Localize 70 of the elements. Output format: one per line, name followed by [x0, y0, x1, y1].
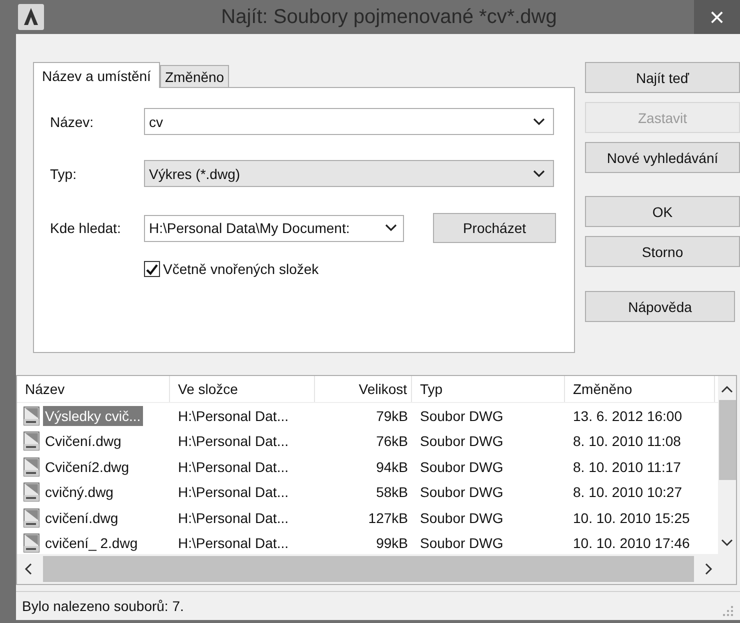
- table-cell-text: 94kB: [375, 458, 409, 475]
- type-dropdown[interactable]: Výkres (*.dwg): [144, 160, 554, 187]
- table-cell-text: 8. 10. 2010 11:17: [572, 458, 682, 475]
- app-icon: [18, 4, 44, 30]
- table-cell-text: 13. 6. 2012 16:00: [572, 408, 683, 424]
- dialog-button[interactable]: Nové vyhledávání: [585, 142, 740, 173]
- close-button[interactable]: ×: [694, 0, 740, 34]
- name-combobox[interactable]: cv: [144, 108, 554, 135]
- table-cell-text: H:\Personal Dat...: [177, 408, 290, 424]
- combobox-value: cv: [149, 114, 163, 130]
- dialog-button[interactable]: Storno: [585, 236, 740, 267]
- table-cell-text: Soubor DWG: [419, 484, 504, 500]
- file-name[interactable]: cvičný.dwg: [43, 482, 116, 502]
- status-text: Bylo nalezeno souborů: 7.: [22, 598, 184, 614]
- column-header[interactable]: Velikost: [315, 376, 412, 402]
- dwg-file-icon: [23, 508, 41, 528]
- column-header[interactable]: Typ: [412, 376, 565, 402]
- field-label: Typ:: [49, 166, 78, 182]
- field-label: Název:: [49, 114, 95, 130]
- table-cell-text: H:\Personal Dat...: [177, 484, 290, 500]
- chevron-down-icon: [533, 170, 545, 178]
- horizontal-scrollbar[interactable]: [17, 554, 736, 584]
- table-cell-text: 8. 10. 2010 10:27: [572, 484, 683, 500]
- table-cell-text: H:\Personal Dat...: [177, 433, 290, 450]
- resize-grip-icon[interactable]: [722, 605, 734, 617]
- file-name[interactable]: Výsledky cvič...: [43, 406, 143, 426]
- table-cell-text: Soubor DWG: [419, 433, 504, 450]
- dialog-button[interactable]: Najít teď: [585, 62, 740, 93]
- column-header[interactable]: Změněno: [565, 376, 715, 402]
- table-cell-text: 76kB: [375, 433, 409, 450]
- dropdown-value: Výkres (*.dwg): [149, 166, 240, 182]
- chevron-down-icon: [385, 224, 397, 232]
- chevron-down-icon: [533, 118, 545, 126]
- table-cell-text: 10. 10. 2010 17:46: [572, 535, 691, 552]
- vertical-scrollbar[interactable]: [718, 376, 736, 554]
- file-name[interactable]: Cvičení.dwg: [43, 431, 124, 452]
- table-cell-text: H:\Personal Dat...: [177, 458, 290, 475]
- table-cell-text: Soubor DWG: [419, 458, 504, 475]
- dialog-button[interactable]: OK: [585, 196, 740, 227]
- file-name[interactable]: cvičení_ 2.dwg: [43, 533, 140, 554]
- table-cell-text: 127kB: [367, 510, 409, 526]
- dwg-file-icon: [23, 431, 41, 452]
- checkbox-label: Včetně vnořených složek: [163, 261, 319, 277]
- file-name[interactable]: Cvičení2.dwg: [43, 456, 132, 477]
- dwg-file-icon: [23, 406, 41, 426]
- file-name[interactable]: cvičení.dwg: [43, 508, 120, 528]
- table-cell-text: H:\Personal Dat...: [177, 510, 290, 526]
- dwg-file-icon: [23, 533, 41, 554]
- combobox-value: H:\Personal Data\My Document:: [149, 220, 350, 236]
- window-title: Najít: Soubory pojmenované *cv*.dwg: [220, 6, 558, 28]
- column-header[interactable]: Název: [17, 376, 170, 402]
- location-combobox[interactable]: H:\Personal Data\My Document:: [144, 214, 404, 242]
- table-cell-text: H:\Personal Dat...: [177, 535, 290, 552]
- table-cell-text: 58kB: [375, 484, 409, 500]
- tab[interactable]: Změněno: [160, 65, 230, 87]
- table-cell-text: 99kB: [375, 535, 409, 552]
- table-cell-text: 10. 10. 2010 15:25: [572, 510, 691, 526]
- checkbox[interactable]: [144, 261, 160, 277]
- field-label: Kde hledat:: [49, 220, 122, 236]
- table-cell-text: Soubor DWG: [419, 535, 504, 552]
- dwg-file-icon: [23, 482, 41, 502]
- dwg-file-icon: [23, 456, 41, 477]
- tab[interactable]: Název a umístění: [33, 62, 160, 88]
- table-cell-text: Soubor DWG: [419, 408, 504, 424]
- table-cell-text: Soubor DWG: [419, 510, 504, 526]
- table-cell-text: 79kB: [375, 408, 409, 424]
- column-header[interactable]: Ve složce: [170, 376, 315, 402]
- dialog-button[interactable]: Nápověda: [585, 291, 735, 322]
- table-cell-text: 8. 10. 2010 11:08: [572, 433, 682, 450]
- browse-button[interactable]: Procházet: [433, 213, 556, 243]
